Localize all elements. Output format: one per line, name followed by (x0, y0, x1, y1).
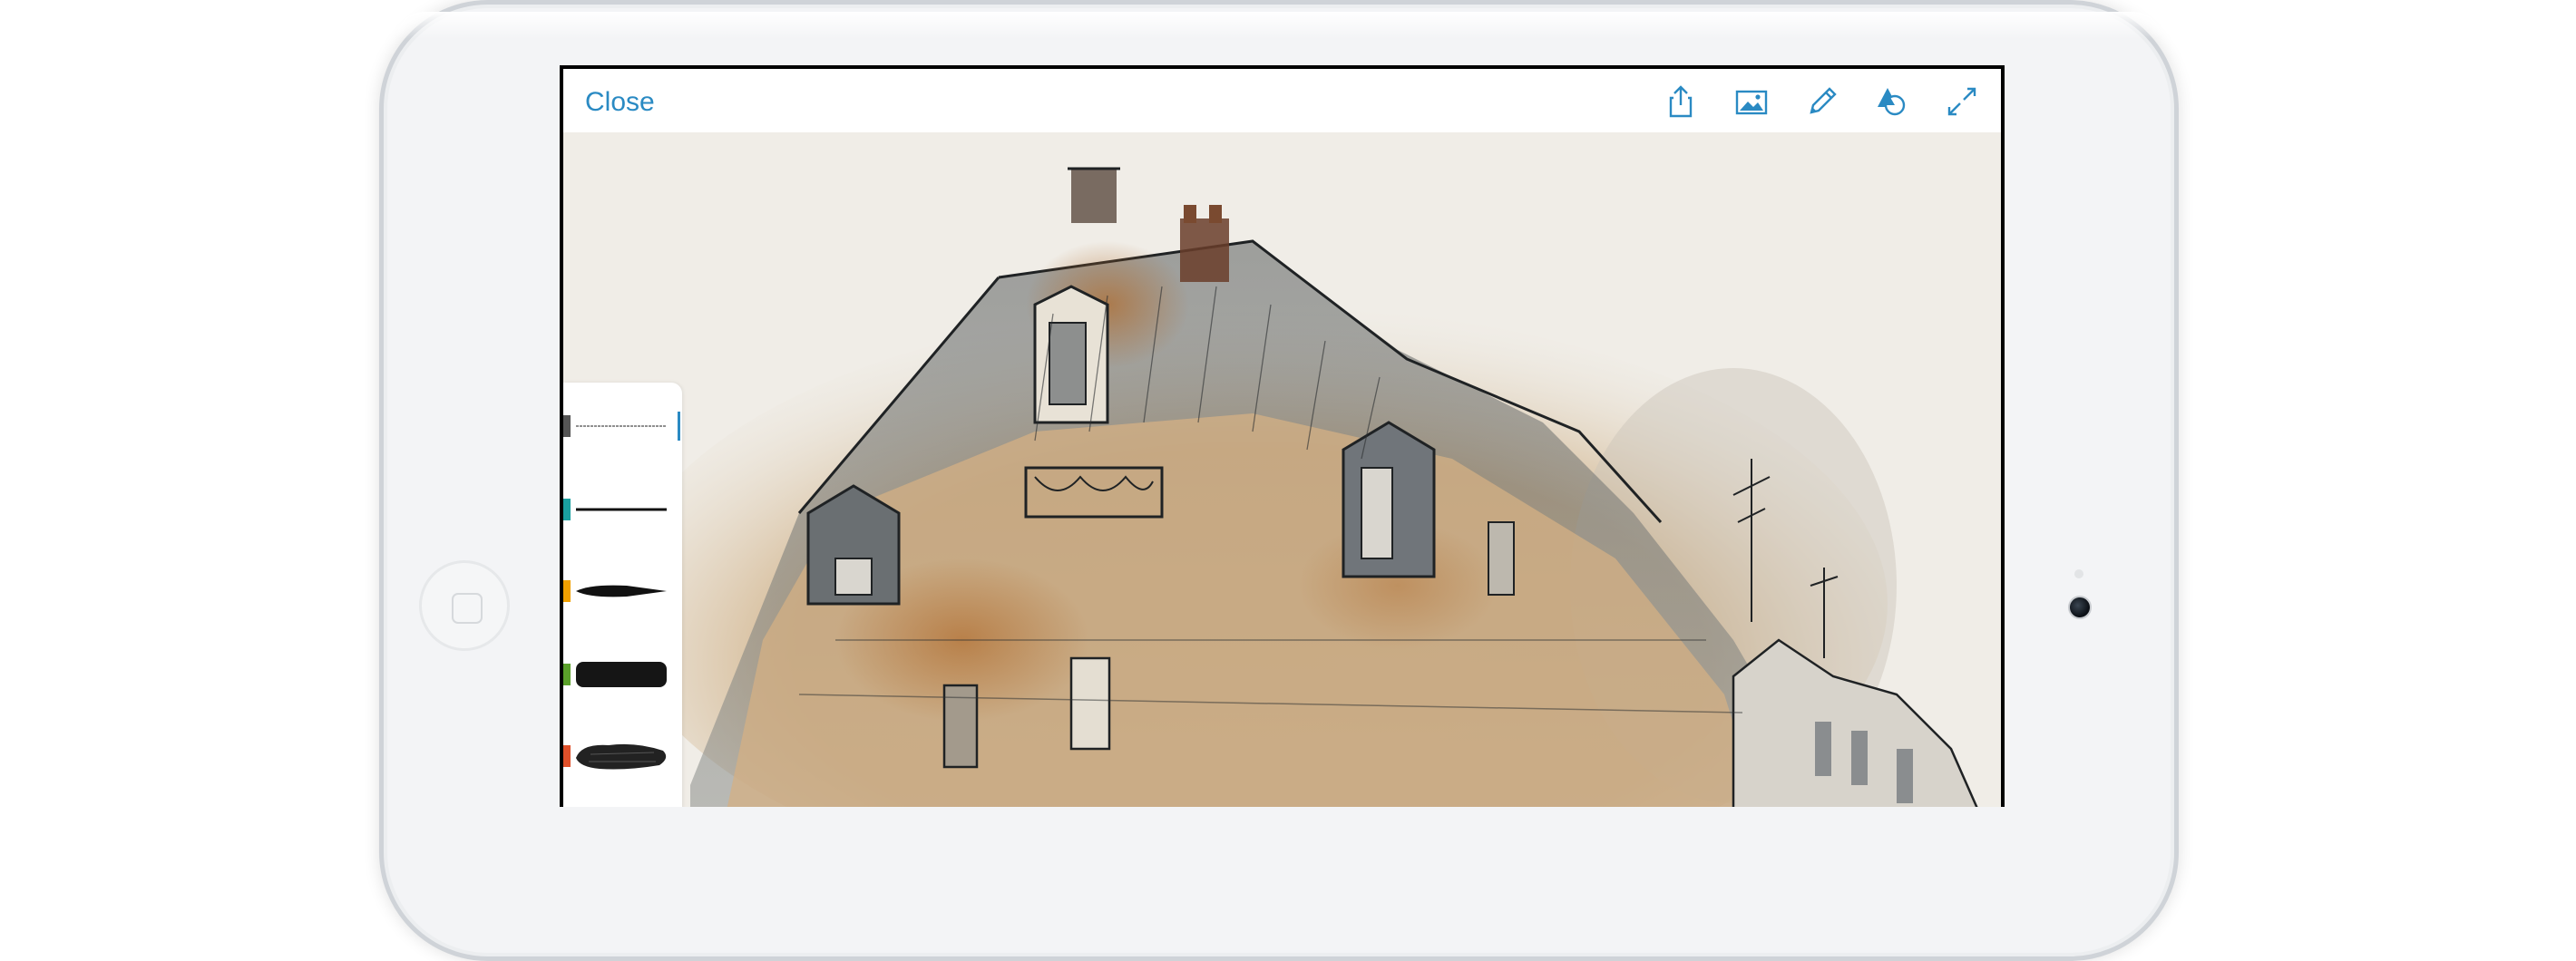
brush-color-swatch (563, 664, 571, 685)
share-button[interactable] (1663, 83, 1699, 120)
app-toolbar: Close (563, 69, 2001, 132)
brush-panel (563, 383, 682, 807)
color-layers-button[interactable] (1873, 83, 1909, 120)
drawing-app: Close (563, 69, 2001, 807)
brush-marker[interactable] (563, 653, 682, 696)
fullscreen-button[interactable] (1944, 83, 1980, 120)
ambient-sensor (2074, 569, 2083, 578)
home-button-icon (452, 593, 483, 624)
brush-fine-pen[interactable] (563, 404, 682, 448)
selected-brush-indicator (678, 412, 680, 441)
textured-brush-stroke-icon (576, 743, 667, 770)
brush-color-swatch (563, 415, 571, 437)
thin-line-stroke-icon (576, 508, 667, 511)
brush-color-swatch (563, 580, 571, 602)
brush-color-swatch (563, 499, 571, 520)
image-button[interactable] (1733, 83, 1770, 120)
brush-thin-line[interactable] (563, 488, 682, 531)
ipad-screen: Close (560, 65, 2005, 807)
image-icon (1735, 90, 1768, 115)
artwork-watercolor-building (563, 132, 2001, 807)
brush-tapered[interactable] (563, 569, 682, 613)
share-icon (1669, 85, 1693, 118)
drawing-canvas[interactable] (563, 132, 2001, 807)
pencil-icon (1810, 87, 1837, 114)
fullscreen-icon (1947, 87, 1976, 116)
front-camera (2068, 596, 2092, 619)
marker-stroke-icon (576, 662, 667, 687)
home-button[interactable] (419, 560, 510, 651)
tapered-brush-stroke-icon (576, 585, 667, 597)
brush-color-swatch (563, 745, 571, 767)
fine-pen-stroke-icon (576, 425, 667, 427)
brush-textured[interactable] (563, 734, 682, 778)
pencil-button[interactable] (1804, 83, 1840, 120)
color-layers-icon (1878, 88, 1906, 116)
close-button[interactable]: Close (585, 87, 655, 118)
